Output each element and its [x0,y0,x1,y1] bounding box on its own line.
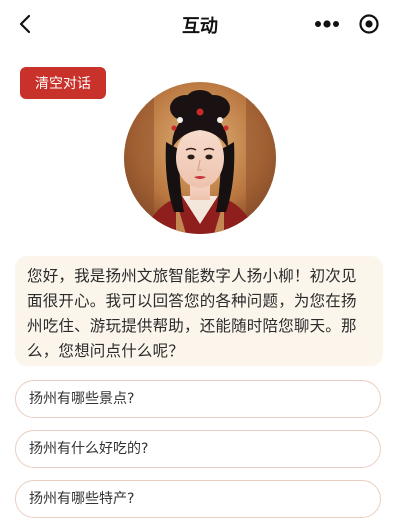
suggested-question-food[interactable]: 扬州有什么好吃的? [15,430,381,468]
mini-program-capsule [306,8,390,40]
more-dots-icon [315,20,339,28]
avatar [124,82,276,234]
clear-conversation-button[interactable]: 清空对话 [20,67,106,99]
more-button[interactable] [306,8,348,40]
close-button[interactable] [348,8,390,40]
digital-human-portrait [124,82,276,234]
suggested-question-attractions[interactable]: 扬州有哪些景点? [15,380,381,418]
suggested-question-specialties[interactable]: 扬州有哪些特产? [15,480,381,518]
top-bar: 互动 [0,0,400,48]
assistant-greeting-message: 您好，我是扬州文旅智能数字人扬小柳！初次见面很开心。我可以回答您的各种问题，为您… [15,256,383,366]
target-circle-icon [359,14,379,34]
